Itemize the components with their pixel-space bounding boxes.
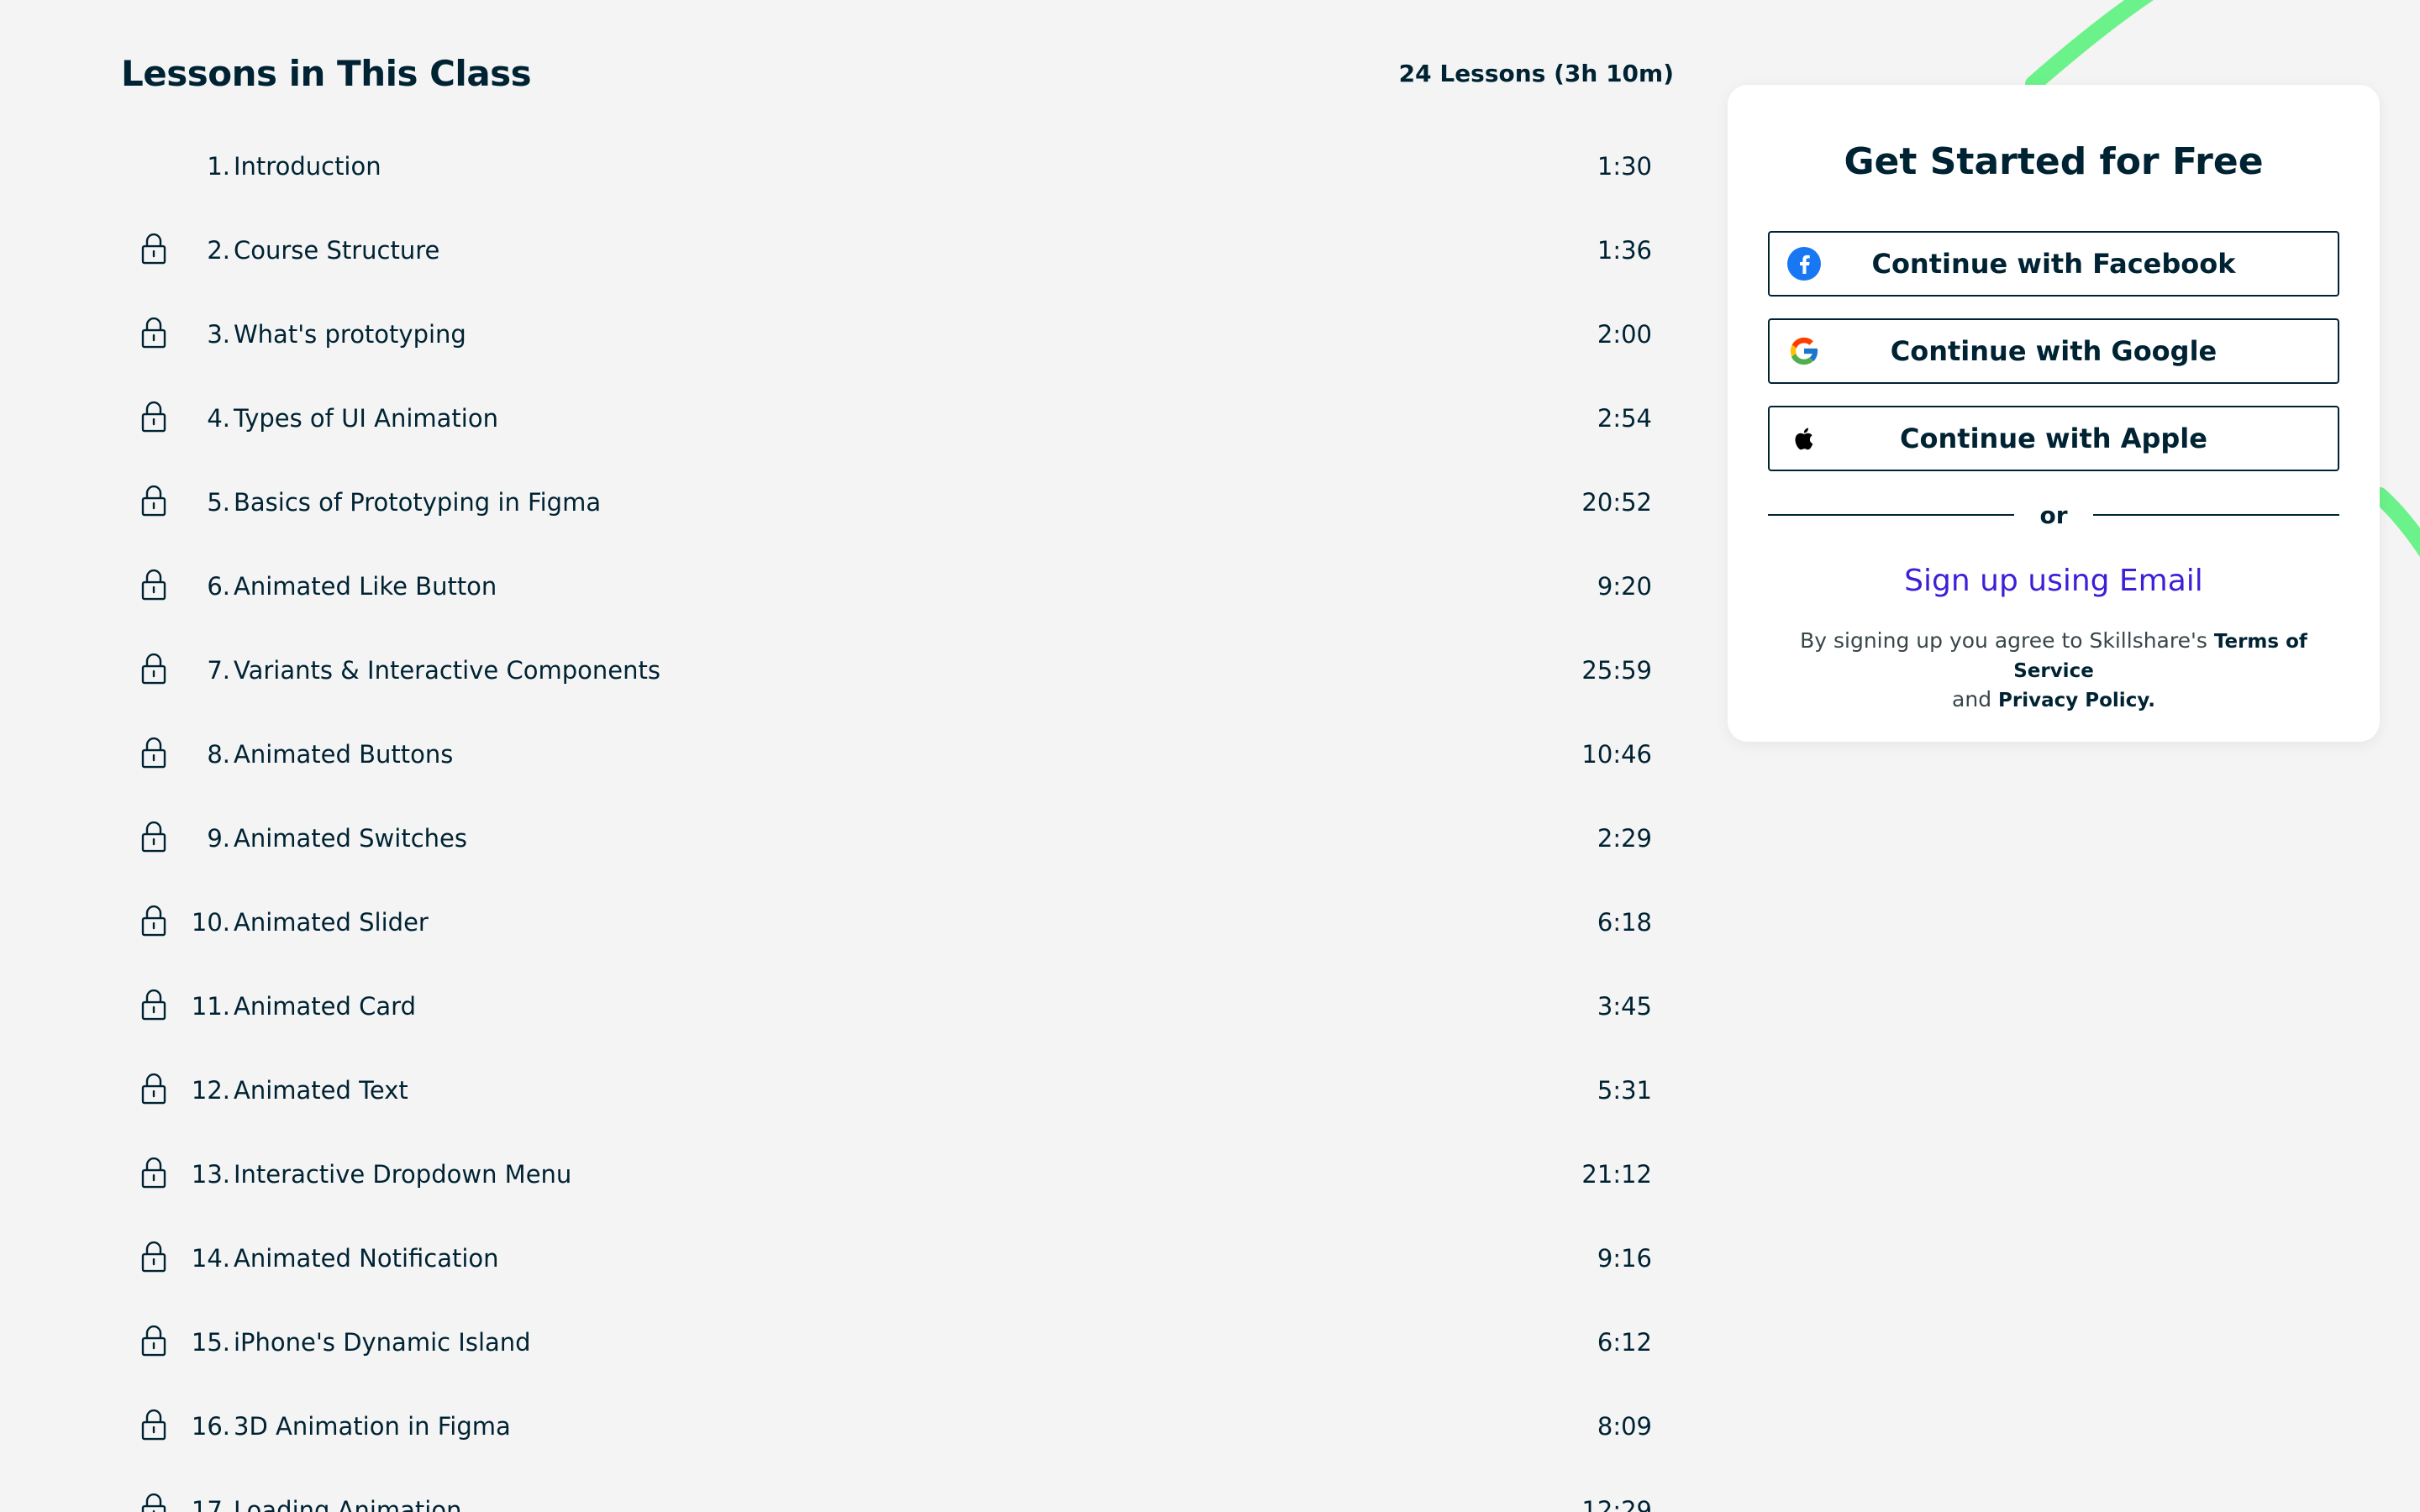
lesson-number: 15. — [191, 1328, 230, 1357]
lesson-row[interactable]: 9. Animated Switches 2:29 — [121, 796, 1674, 880]
lesson-title: Animated Buttons — [234, 740, 454, 769]
page: Lessons in This Class 24 Lessons (3h 10m… — [0, 0, 2420, 1512]
terms-and: and — [1952, 687, 1999, 711]
lesson-number: 16. — [191, 1412, 230, 1441]
lesson-duration: 3:45 — [1597, 992, 1652, 1021]
lesson-row[interactable]: 12. Animated Text 5:31 — [121, 1048, 1674, 1132]
lesson-row[interactable]: 5. Basics of Prototyping in Figma 20:52 — [121, 460, 1674, 544]
lesson-number: 6. — [207, 572, 230, 601]
lesson-duration: 1:30 — [1597, 152, 1652, 181]
lesson-title: Basics of Prototyping in Figma — [234, 488, 602, 517]
or-label: or — [2039, 501, 2068, 529]
lesson-title: Types of UI Animation — [234, 404, 498, 433]
lesson-number: 11. — [191, 992, 230, 1021]
lesson-title: Animated Text — [234, 1076, 408, 1105]
divider-line-right — [2092, 514, 2340, 516]
lesson-duration: 8:09 — [1597, 1412, 1652, 1441]
lesson-number: 14. — [191, 1244, 230, 1273]
lesson-duration: 25:59 — [1581, 656, 1652, 685]
terms-text: By signing up you agree to Skillshare's … — [1768, 627, 2339, 715]
lesson-row[interactable]: 8. Animated Buttons 10:46 — [121, 712, 1674, 796]
lesson-row[interactable]: 1. Introduction 1:30 — [121, 124, 1674, 208]
lesson-row[interactable]: 11. Animated Card 3:45 — [121, 964, 1674, 1048]
lesson-number: 5. — [207, 488, 230, 517]
terms-prefix: By signing up you agree to Skillshare's — [1800, 628, 2214, 653]
lesson-row[interactable]: 6. Animated Like Button 9:20 — [121, 544, 1674, 628]
lesson-duration: 5:31 — [1597, 1076, 1652, 1105]
lesson-number: 17. — [191, 1496, 230, 1512]
lesson-duration: 9:20 — [1597, 572, 1652, 601]
lesson-duration: 12:29 — [1581, 1496, 1652, 1512]
lesson-title: Course Structure — [234, 236, 440, 265]
lesson-number: 10. — [191, 908, 230, 937]
lesson-row[interactable]: 3. What's prototyping 2:00 — [121, 292, 1674, 376]
lesson-number: 1. — [207, 152, 230, 181]
lesson-duration: 10:46 — [1581, 740, 1652, 769]
lesson-duration: 9:16 — [1597, 1244, 1652, 1273]
google-button-label: Continue with Google — [1890, 335, 2217, 367]
lesson-row[interactable]: 2. Course Structure 1:36 — [121, 208, 1674, 292]
lesson-number: 9. — [207, 824, 230, 853]
divider-line-left — [1768, 514, 2015, 516]
lesson-title: iPhone's Dynamic Island — [234, 1328, 531, 1357]
lesson-duration: 1:36 — [1597, 236, 1652, 265]
continue-with-facebook-button[interactable]: Continue with Facebook — [1768, 231, 2339, 297]
lesson-duration: 2:54 — [1597, 404, 1652, 433]
lesson-title: Interactive Dropdown Menu — [234, 1160, 572, 1189]
apple-button-label: Continue with Apple — [1900, 423, 2207, 454]
continue-with-apple-button[interactable]: Continue with Apple — [1768, 406, 2339, 471]
or-divider: or — [1768, 501, 2340, 529]
facebook-button-label: Continue with Facebook — [1871, 248, 2236, 280]
lesson-duration: 21:12 — [1581, 1160, 1652, 1189]
apple-icon — [1795, 428, 1813, 450]
privacy-policy-link[interactable]: Privacy Policy. — [1998, 690, 2155, 711]
lesson-duration: 20:52 — [1581, 488, 1652, 517]
lesson-title: Variants & Interactive Components — [234, 656, 660, 685]
lesson-title: Introduction — [234, 152, 381, 181]
google-icon — [1790, 337, 1819, 365]
lesson-list: 1. Introduction 1:30 2. Course Structure 1:36… — [121, 124, 1674, 1512]
lesson-title: 3D Animation in Figma — [234, 1412, 511, 1441]
lesson-title: Animated Slider — [234, 908, 429, 937]
lesson-title: Animated Switches — [234, 824, 467, 853]
lesson-number: 12. — [191, 1076, 230, 1105]
lesson-row[interactable]: 4. Types of UI Animation 2:54 — [121, 376, 1674, 460]
lesson-number: 13. — [191, 1160, 230, 1189]
lessons-title: Lessons in This Class — [121, 52, 532, 94]
signup-card: Get Started for Free Continue with Faceb… — [1728, 85, 2380, 742]
lesson-number: 8. — [207, 740, 230, 769]
lesson-title: Animated Card — [234, 992, 416, 1021]
lessons-count: 24 Lessons (3h 10m) — [1398, 59, 1674, 87]
lesson-title: Animated Like Button — [234, 572, 497, 601]
lesson-row[interactable]: 14. Animated Notification 9:16 — [121, 1216, 1674, 1300]
lesson-number: 7. — [207, 656, 230, 685]
lesson-title: Loading Animation — [234, 1496, 462, 1512]
signup-title: Get Started for Free — [1844, 140, 2264, 183]
lesson-row[interactable]: 10. Animated Slider 6:18 — [121, 880, 1674, 964]
lesson-row[interactable]: 7. Variants & Interactive Components 25:59 — [121, 628, 1674, 712]
lesson-number: 2. — [207, 236, 230, 265]
lesson-duration: 6:12 — [1597, 1328, 1652, 1357]
lesson-duration: 2:29 — [1597, 824, 1652, 853]
facebook-icon — [1787, 247, 1821, 281]
lesson-row[interactable]: 17. Loading Animation 12:29 — [121, 1468, 1674, 1512]
lesson-row[interactable]: 15. iPhone's Dynamic Island 6:12 — [121, 1300, 1674, 1384]
lesson-row[interactable]: 16. 3D Animation in Figma 8:09 — [121, 1384, 1674, 1468]
continue-with-google-button[interactable]: Continue with Google — [1768, 318, 2339, 384]
lessons-header: Lessons in This Class 24 Lessons (3h 10m… — [121, 42, 1674, 104]
sign-up-email-link[interactable]: Sign up using Email — [1768, 564, 2339, 598]
lesson-title: What's prototyping — [234, 320, 466, 349]
lesson-row[interactable]: 13. Interactive Dropdown Menu 21:12 — [121, 1132, 1674, 1216]
lesson-duration: 2:00 — [1597, 320, 1652, 349]
lessons-section: Lessons in This Class 24 Lessons (3h 10m… — [121, 42, 1674, 1512]
lesson-title: Animated Notification — [234, 1244, 499, 1273]
lesson-duration: 6:18 — [1597, 908, 1652, 937]
lesson-number: 3. — [207, 320, 230, 349]
lesson-number: 4. — [207, 404, 230, 433]
